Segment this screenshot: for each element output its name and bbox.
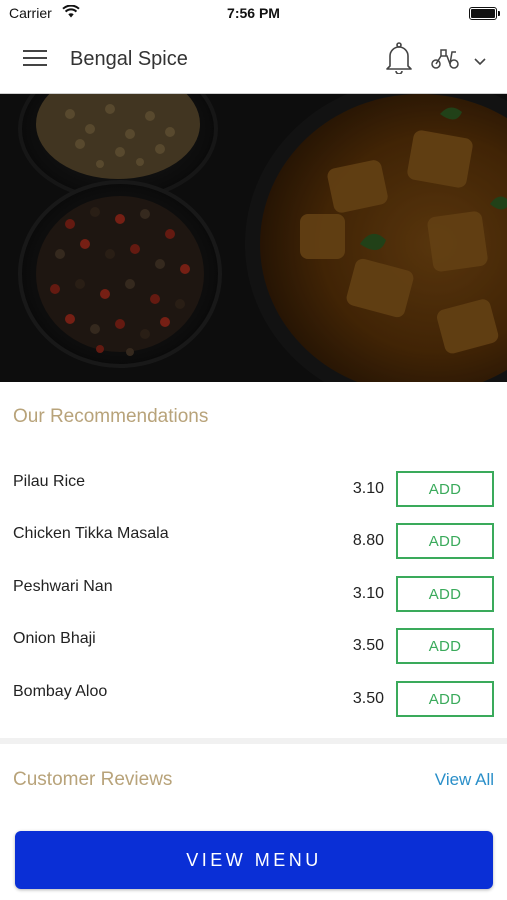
hero-food-image — [0, 94, 507, 382]
section-divider — [0, 738, 507, 744]
item-price: 3.50 — [352, 637, 384, 654]
list-item: Peshwari Nan 3.10 ADD — [0, 576, 507, 628]
list-item: Bombay Aloo 3.50 ADD — [0, 681, 507, 733]
view-menu-button[interactable]: VIEW MENU — [15, 831, 493, 889]
item-price: 8.80 — [352, 532, 384, 549]
item-name: Pilau Rice — [13, 473, 86, 490]
add-button[interactable]: ADD — [396, 576, 494, 612]
add-button[interactable]: ADD — [396, 471, 494, 507]
list-item: Chicken Tikka Masala 8.80 ADD — [0, 523, 507, 575]
item-name: Chicken Tikka Masala — [13, 525, 169, 542]
view-all-link[interactable]: View All — [435, 770, 494, 790]
add-button[interactable]: ADD — [396, 681, 494, 717]
item-price: 3.10 — [352, 480, 384, 497]
scooter-icon[interactable] — [430, 46, 460, 75]
recommendations-title: Our Recommendations — [13, 406, 209, 427]
add-button[interactable]: ADD — [396, 628, 494, 664]
reviews-title: Customer Reviews — [13, 769, 173, 790]
list-item: Onion Bhaji 3.50 ADD — [0, 628, 507, 680]
item-name: Peshwari Nan — [13, 578, 113, 595]
battery-icon — [469, 7, 500, 20]
bell-icon[interactable] — [385, 42, 413, 79]
item-name: Bombay Aloo — [13, 683, 108, 700]
app-header: Bengal Spice — [0, 28, 507, 94]
add-button[interactable]: ADD — [396, 523, 494, 559]
menu-icon[interactable] — [23, 50, 47, 70]
item-price: 3.10 — [352, 585, 384, 602]
chevron-down-icon[interactable] — [473, 53, 487, 71]
list-item: Pilau Rice 3.10 ADD — [0, 471, 507, 523]
item-price: 3.50 — [352, 690, 384, 707]
restaurant-title: Bengal Spice — [70, 48, 188, 70]
status-time: 7:56 PM — [227, 5, 280, 21]
item-name: Onion Bhaji — [13, 630, 96, 647]
status-bar: Carrier 7:56 PM — [0, 0, 507, 28]
